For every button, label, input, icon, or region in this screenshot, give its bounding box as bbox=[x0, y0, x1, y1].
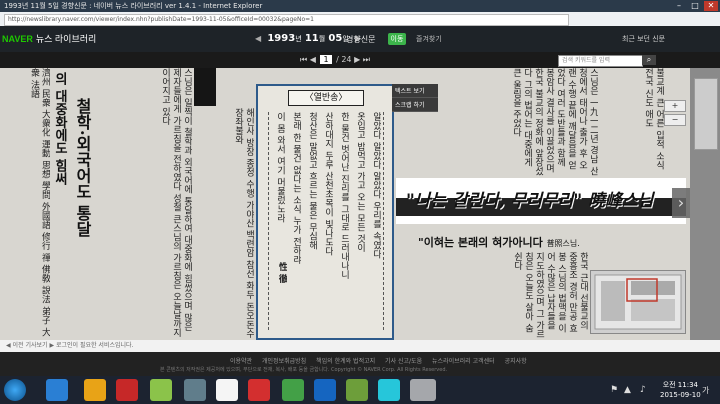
sub-headline-text: "이혀는 본래의 혀가아니다 bbox=[418, 236, 543, 249]
app-icon-red-2[interactable] bbox=[248, 379, 270, 401]
window-title-bar: 1993년 11월 5일 경향신문 : 네이버 뉴스 라이브러리 ver 1.4… bbox=[0, 0, 720, 12]
page-navigation: ⏮ ◀ 1 / 24 ▶ ⏭ 검색 키워드를 입력 ⌕ bbox=[0, 52, 720, 68]
poem-body: 알았다 알았다 알았다 우리를 속였다 옷입고 밥먹고 가고 오는 모든 것이 … bbox=[268, 112, 384, 330]
favorite-link[interactable]: 즐겨찾기 bbox=[416, 34, 442, 44]
sub-headline: "이혀는 본래의 혀가아니다 普照스님. bbox=[418, 234, 580, 250]
left-headline-2: 의 대중화에도 힘써 bbox=[52, 72, 67, 186]
zoom-in-button[interactable]: + bbox=[664, 100, 686, 112]
article-text-column: 스님은 一九一二년 경남 산청에서 태어나 출가 후 오랜 수행 끝에 깨달음을… bbox=[511, 68, 598, 176]
footer-link-notice[interactable]: 공지사항 bbox=[505, 358, 527, 365]
clock-time: 오전 11:34 bbox=[662, 381, 698, 389]
poem-line: 알았다 알았다 알았다 우리를 속였다 bbox=[371, 112, 381, 259]
maximize-button[interactable]: □ bbox=[688, 1, 702, 11]
poem-line: 청산은 말없고 흐르는 물은 무심해 bbox=[307, 112, 317, 250]
naver-logo: NAVER bbox=[2, 34, 33, 44]
left-headline-1: 철학·외국어도 통달 bbox=[73, 98, 92, 238]
page-footer: 이용약관 개인정보취급방침 책임의 한계와 법적고지 기사 신고/도움 뉴스라이… bbox=[0, 352, 720, 376]
library-title: 뉴스 라이브러리 bbox=[35, 34, 97, 44]
app-header: NAVER 뉴스 라이브러리 ◀ 1993년 11월 05일 ▶ 경향신문 이동 … bbox=[0, 26, 720, 52]
day-select[interactable]: 05 bbox=[328, 33, 342, 44]
poem-line: 본래 한 물건 없다는 소식 누가 전하랴 bbox=[291, 112, 301, 265]
window-title: 1993년 11월 5일 경향신문 : 네이버 뉴스 라이브러리 ver 1.4… bbox=[4, 2, 263, 10]
next-page-icon[interactable]: ▶ bbox=[354, 55, 360, 64]
year-unit: 년 bbox=[295, 35, 302, 43]
newspaper-viewer[interactable]: 濟州 民衆 大衆化 運動 思想 學問 外國語 修行 禪 佛敎 說法 弟子 大衆 … bbox=[0, 68, 690, 340]
view-text-option[interactable]: 텍스트 보기 bbox=[392, 84, 438, 98]
section-marker bbox=[194, 68, 216, 106]
status-bar: ◀ 이전 기사보기 ▶ 로그인이 필요한 서비스입니다. bbox=[0, 340, 720, 352]
sub-headline-small: 普照스님. bbox=[546, 239, 580, 248]
first-page-icon[interactable]: ⏮ bbox=[300, 55, 307, 64]
active-ie-window[interactable] bbox=[410, 379, 436, 401]
copyright-text: 본 콘텐츠의 저작권은 제공처에 있으며, 무단으로 전재, 복사, 배포 등을… bbox=[160, 367, 448, 373]
app-icon-white[interactable] bbox=[216, 379, 238, 401]
page-thumbnail-navigator[interactable] bbox=[590, 270, 686, 334]
prev-page-icon[interactable]: ◀ bbox=[310, 55, 316, 64]
search-icon[interactable]: ⌕ bbox=[642, 55, 656, 65]
clock-date: 2015-09-10 bbox=[660, 391, 701, 399]
poem-title: 〈열반송〉 bbox=[288, 90, 364, 106]
newspaper-select[interactable]: 경향신문 bbox=[346, 34, 375, 45]
footer-link-legal[interactable]: 책임의 한계와 법적고지 bbox=[316, 358, 375, 365]
article-text-column: 한국 근대 선불교의 중흥조 경허 만공 효봉 스님의 법맥을 이어 수많은 납… bbox=[512, 252, 588, 339]
brand-logo[interactable]: NAVER 뉴스 라이브러리 bbox=[2, 32, 96, 45]
zoom-controls: + − bbox=[664, 100, 686, 164]
flag-icon[interactable]: ⚑ bbox=[610, 385, 618, 395]
app-icon-cyan[interactable] bbox=[378, 379, 400, 401]
article-text-column: 濟州 民衆 大衆化 運動 思想 學問 外國語 修行 禪 佛敎 說法 弟子 大衆 … bbox=[29, 68, 50, 337]
search-input[interactable]: 검색 키워드를 입력 bbox=[558, 55, 643, 67]
recent-papers-link[interactable]: 최근 보던 신문 bbox=[622, 34, 665, 44]
next-page-arrow[interactable]: › bbox=[672, 188, 690, 218]
article-text-column: 스님은 일찍이 철학과 외국어에 통달하여 대중화에 힘썼으며 많은 제자들에게… bbox=[160, 68, 192, 338]
banner-headline: "나는 갈란다, 무리무리" 曉峰스님 bbox=[396, 178, 686, 224]
poem-line: 옷입고 밥먹고 가고 오는 모든 것이 bbox=[355, 112, 365, 253]
nirvana-poem-box[interactable]: 〈열반송〉 알았다 알았다 알았다 우리를 속였다 옷입고 밥먹고 가고 오는 … bbox=[256, 84, 394, 340]
windows-taskbar: ⚑ ▲ ♪ 오전 11:34 2015-09-10 가 bbox=[0, 376, 720, 404]
month-unit: 월 bbox=[318, 35, 326, 43]
prev-date-icon[interactable]: ◀ bbox=[255, 34, 261, 43]
zoom-out-button[interactable]: − bbox=[664, 114, 686, 126]
address-bar: http://newslibrary.naver.com/viewer/inde… bbox=[0, 12, 720, 26]
poem-line: 한 물건 벗어난 진리를 그대로 드러내나니 bbox=[339, 112, 349, 280]
scrap-option[interactable]: 스크랩 하기 bbox=[392, 98, 438, 112]
app-icon-olive[interactable] bbox=[346, 379, 368, 401]
footer-link-support[interactable]: 뉴스라이브러리 고객센터 bbox=[432, 358, 495, 365]
article-text-column: 해인사 방장 종정 수행 가야산 백련암 참선 화두 돈오돈수 장좌불와 bbox=[233, 108, 254, 338]
network-icon[interactable]: ▲ bbox=[624, 385, 631, 395]
system-clock[interactable]: 오전 11:34 2015-09-10 bbox=[660, 380, 701, 400]
article-text-column: 불교계 큰 어른 입적 소식 전국 신도 애도 bbox=[643, 68, 664, 170]
scrollbar[interactable] bbox=[694, 78, 718, 150]
app-icon-green[interactable] bbox=[150, 379, 172, 401]
year-select[interactable]: 1993 bbox=[267, 33, 295, 44]
total-pages: / 24 bbox=[336, 55, 352, 64]
poem-line: 산하대지 두루 산천초목이 빛나도다 bbox=[323, 112, 333, 256]
ie-icon[interactable] bbox=[46, 379, 68, 401]
language-indicator[interactable]: 가 bbox=[702, 385, 709, 396]
close-button[interactable]: ✕ bbox=[704, 1, 718, 11]
app-icon-blue[interactable] bbox=[314, 379, 336, 401]
banner-headline-text: "나는 갈란다, 무리무리" 曉峰스님 bbox=[406, 191, 654, 211]
url-field[interactable]: http://newslibrary.naver.com/viewer/inde… bbox=[4, 14, 569, 26]
footer-link-report[interactable]: 기사 신고/도움 bbox=[385, 358, 422, 365]
folder-icon[interactable] bbox=[84, 379, 106, 401]
footer-link-terms[interactable]: 이용약관 bbox=[230, 358, 252, 365]
volume-icon[interactable]: ♪ bbox=[640, 385, 646, 395]
app-icon-red[interactable] bbox=[116, 379, 138, 401]
last-page-icon[interactable]: ⏭ bbox=[363, 55, 370, 64]
side-panel bbox=[690, 68, 720, 340]
start-button-icon[interactable] bbox=[4, 379, 26, 401]
go-button[interactable]: 이동 bbox=[388, 33, 406, 45]
article-context-menu: 텍스트 보기 스크랩 하기 bbox=[392, 84, 438, 112]
page-number-input[interactable]: 1 bbox=[320, 55, 332, 64]
month-select[interactable]: 11 bbox=[305, 33, 319, 44]
minimize-button[interactable]: – bbox=[672, 1, 686, 11]
recycle-icon[interactable] bbox=[184, 379, 206, 401]
status-text: ◀ 이전 기사보기 ▶ 로그인이 필요한 서비스입니다. bbox=[6, 342, 134, 349]
app-icon-green-2[interactable] bbox=[282, 379, 304, 401]
thumbnail-preview bbox=[594, 274, 682, 330]
footer-link-privacy[interactable]: 개인정보취급방침 bbox=[262, 358, 306, 365]
poem-signature: 性 徹 bbox=[277, 262, 287, 284]
